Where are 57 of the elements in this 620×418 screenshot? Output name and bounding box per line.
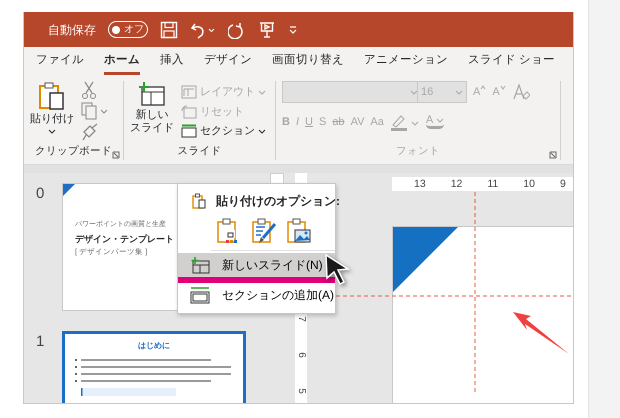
ruler-label: 11 [487, 177, 498, 191]
ribbon-tab[interactable]: ファイル [36, 50, 84, 72]
undo-icon[interactable] [190, 20, 216, 38]
ruler-label: 5 [295, 388, 308, 394]
caret-icon [48, 128, 56, 134]
ribbon-tab[interactable]: デザイン [204, 50, 252, 72]
ruler-label: 6 [295, 352, 308, 358]
ribbon-tab[interactable]: アニメーション [364, 50, 448, 72]
slide-title: デザイン・テンプレート [75, 232, 175, 246]
clipboard-icon [37, 81, 67, 111]
presentation-icon[interactable] [258, 20, 276, 38]
ribbon-tab[interactable]: ホーム [104, 50, 140, 72]
group-label: スライド [178, 144, 222, 160]
paste-options-icon [192, 193, 206, 209]
format-painter-icon[interactable] [81, 123, 99, 141]
caret-icon [258, 128, 266, 135]
save-icon[interactable] [160, 20, 178, 38]
autosave-toggle[interactable]: オフ [108, 21, 148, 38]
customize-caret-icon[interactable] [288, 24, 298, 34]
caret-icon [258, 88, 266, 96]
slide-thumbnail[interactable]: はじめに [62, 331, 246, 403]
autosave-label: 自動保存 [48, 22, 96, 38]
scissors-icon[interactable] [81, 81, 97, 99]
ruler-label: 10 [523, 177, 535, 191]
ribbon-tab[interactable]: スライド ショー [468, 50, 556, 72]
paste-picture-icon[interactable] [286, 218, 312, 244]
paste-button[interactable]: 貼り付け [30, 81, 74, 144]
slide-title: はじめに [137, 340, 171, 352]
copy-icon[interactable] [81, 102, 109, 120]
section-icon [190, 286, 210, 304]
reset-icon [181, 104, 197, 119]
section-icon [181, 124, 197, 138]
corner-triangle-icon [63, 184, 75, 196]
corner-triangle-icon [393, 227, 458, 292]
menu-item[interactable]: 新しいスライド(N) [178, 253, 335, 277]
caret-icon [455, 88, 463, 96]
slide-number: 0 [36, 184, 46, 204]
caret-icon [480, 84, 486, 90]
ruler-label: 9 [560, 177, 566, 191]
slide-number: 1 [36, 332, 46, 352]
group-label: フォント [396, 144, 440, 160]
ruler-label: 13 [414, 177, 426, 191]
caret-icon [500, 84, 506, 90]
ribbon-tab[interactable]: 画面切り替え [272, 50, 344, 72]
caret-icon [436, 117, 444, 124]
section-button[interactable]: セクション [181, 123, 266, 140]
new-slide-icon [190, 256, 210, 274]
layout-icon [181, 85, 197, 100]
dialog-launcher-icon[interactable] [112, 151, 120, 159]
ruler-label: 7 [295, 316, 308, 322]
group-label: クリップボード [35, 144, 112, 160]
menu-item[interactable]: セクションの追加(A) [178, 283, 335, 307]
caret-icon [410, 88, 418, 96]
ruler-label: 12 [450, 177, 462, 191]
ribbon-tab[interactable]: 挿入 [160, 50, 184, 72]
paste-formatting-icon[interactable] [251, 218, 277, 244]
new-slide-button[interactable]: 新しい スライド [130, 81, 174, 144]
